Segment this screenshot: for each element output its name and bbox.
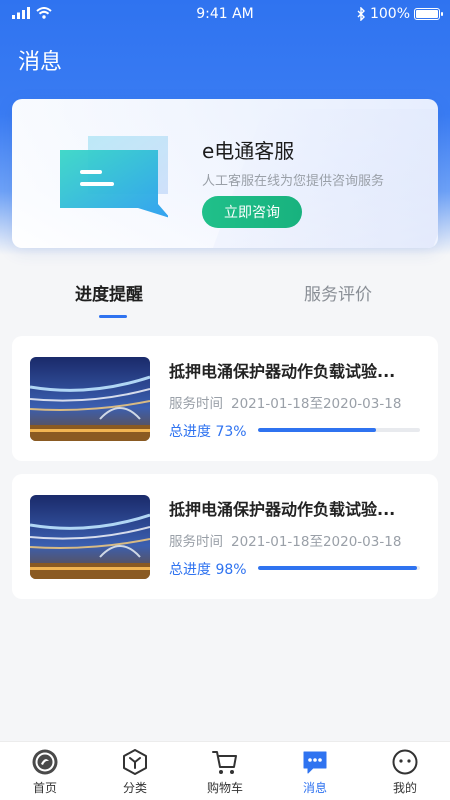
consult-now-button[interactable]: 立即咨询 [202, 196, 302, 228]
task-service-time: 服务时间 2021-01-18至2020-03-18 [169, 392, 401, 412]
service-time-value: 2021-01-18至2020-03-18 [231, 534, 402, 550]
progress-label: 总进度 73% [169, 424, 247, 440]
chat-bubble-icon [60, 136, 168, 218]
task-service-time: 服务时间 2021-01-18至2020-03-18 [169, 530, 401, 550]
tab-progress-reminder[interactable]: 进度提醒 [75, 280, 143, 305]
tab-service-review[interactable]: 服务评价 [304, 280, 372, 305]
tabbar-label: 首页 [32, 781, 57, 795]
service-time-value: 2021-01-18至2020-03-18 [231, 396, 402, 412]
profile-icon [392, 749, 418, 775]
service-time-label: 服务时间 [169, 396, 223, 412]
service-subtitle: 人工客服在线为您提供咨询服务 [202, 174, 385, 189]
cart-icon [212, 751, 237, 774]
progress-bar [258, 566, 417, 570]
tabbar-item-profile[interactable]: 我的 [370, 748, 440, 796]
battery-icon [414, 8, 443, 20]
tabbar-item-category[interactable]: 分类 [100, 748, 170, 796]
progress-label: 总进度 98% [169, 562, 247, 578]
battery-percent: 100% [369, 6, 410, 22]
task-title: 抵押电涌保护器动作负载试验... [169, 362, 396, 381]
category-icon [123, 749, 147, 775]
message-icon [303, 751, 327, 774]
tabbar-label: 购物车 [206, 781, 243, 795]
task-card[interactable]: 抵押电涌保护器动作负载试验... 服务时间 2021-01-18至2020-03-… [12, 474, 438, 599]
tab-active-indicator [99, 315, 127, 318]
bottom-tab-bar: 首页 分类 购物车 消息 我的 [0, 741, 450, 800]
tabbar-item-cart[interactable]: 购物车 [190, 748, 260, 796]
bluetooth-icon [357, 7, 365, 21]
page-title: 消息 [18, 50, 63, 75]
task-title: 抵押电涌保护器动作负载试验... [169, 500, 396, 519]
progress-bar [258, 428, 377, 432]
tabbar-label: 我的 [392, 781, 417, 795]
status-bar: 9:41 AM 100% [0, 0, 450, 30]
task-thumbnail [30, 495, 150, 579]
customer-service-card: e电通客服 人工客服在线为您提供咨询服务 立即咨询 [12, 99, 438, 248]
tabbar-label: 消息 [302, 781, 327, 795]
tab-bar-top: 进度提醒 服务评价 [0, 270, 450, 320]
tabbar-label: 分类 [122, 781, 147, 795]
task-card[interactable]: 抵押电涌保护器动作负载试验... 服务时间 2021-01-18至2020-03-… [12, 336, 438, 461]
tabbar-item-home[interactable]: 首页 [10, 748, 80, 796]
task-thumbnail [30, 357, 150, 441]
service-time-label: 服务时间 [169, 534, 223, 550]
progress-track [258, 566, 420, 570]
service-title: e电通客服 [202, 139, 295, 163]
progress-track [258, 428, 420, 432]
tabbar-item-messages[interactable]: 消息 [280, 748, 350, 796]
home-logo-icon [32, 749, 58, 775]
